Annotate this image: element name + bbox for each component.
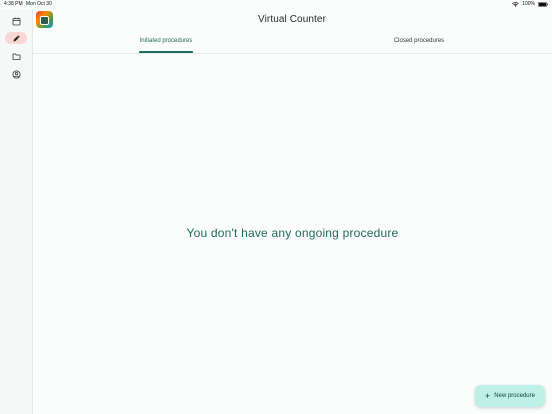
account-icon [12,70,21,79]
new-procedure-button[interactable]: + New procedure [475,385,545,407]
status-bar: 4:38 PM Mon Oct 30 100% [0,0,552,9]
status-right: 100% [512,0,548,9]
folder-icon [12,52,21,61]
pencil-icon [12,34,21,43]
plus-icon: + [485,390,491,401]
tab-bar: Initiated procedures Closed procedures [33,33,552,54]
tab-label: Closed procedures [393,38,445,44]
tab-label: Initiated procedures [139,38,193,44]
calendar-icon [12,17,21,26]
tab-closed-procedures[interactable]: Closed procedures [339,33,499,53]
battery-percent: 100% [522,1,535,7]
tab-active-indicator [139,51,193,53]
navigation-rail [0,9,33,414]
rail-item-procedures[interactable] [5,32,27,44]
page-title: Virtual Counter [257,14,327,25]
rail-item-account[interactable] [5,68,27,80]
battery-icon [538,2,548,7]
empty-state-message: You don't have any ongoing procedure [186,226,399,240]
rail-item-calendar[interactable] [5,15,27,27]
tab-initiated-procedures[interactable]: Initiated procedures [86,33,246,53]
status-date: Mon Oct 30 [26,1,52,7]
wifi-icon [512,2,520,7]
screen: 4:38 PM Mon Oct 30 100% Virtual Counter … [0,0,552,414]
rail-item-folder[interactable] [5,50,27,62]
new-procedure-label: New procedure [494,393,535,399]
status-time: 4:38 PM [4,1,23,7]
